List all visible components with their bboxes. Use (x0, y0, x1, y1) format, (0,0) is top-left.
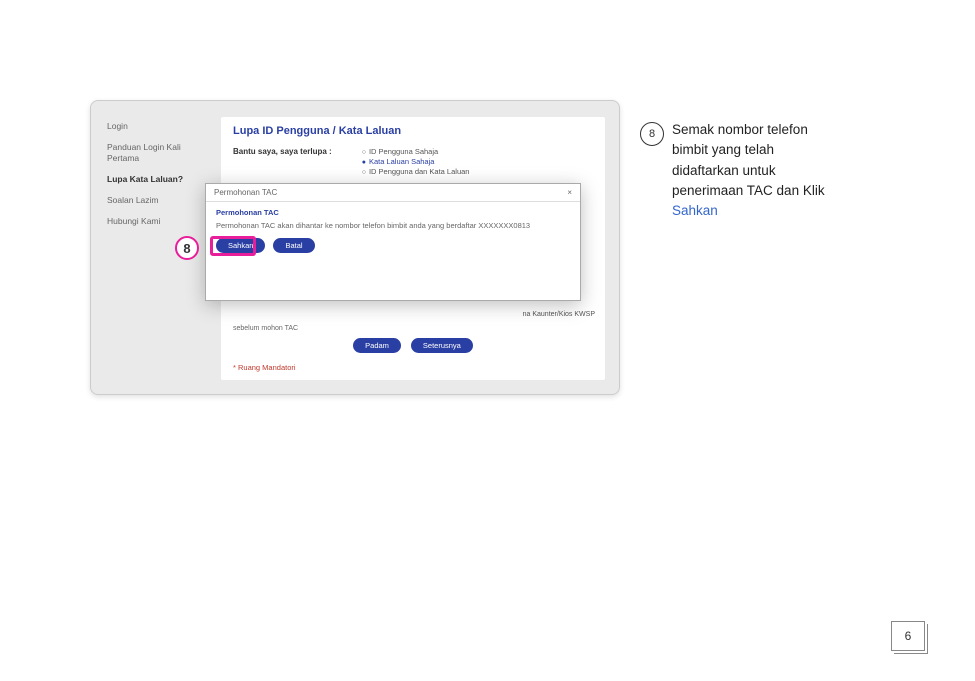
erase-button[interactable]: Padam (353, 338, 401, 353)
step-marker-outer: 8 (640, 122, 664, 146)
mandatory-note: * Ruang Mandatori (233, 363, 593, 372)
sidebar-item-hubungi[interactable]: Hubungi Kami (107, 216, 207, 227)
sidebar-item-lupa[interactable]: Lupa Kata Laluan? (107, 174, 207, 185)
under-modal: sebelum mohon TAC Padam Seterusnya * Rua… (221, 325, 605, 380)
sidebar: Login Panduan Login Kali Pertama Lupa Ka… (107, 121, 207, 227)
modal-title: Permohonan TAC (214, 188, 277, 197)
screenshot-frame: Login Panduan Login Kali Pertama Lupa Ka… (90, 100, 620, 395)
page-number: 6 (891, 621, 925, 651)
radio-both[interactable]: ID Pengguna dan Kata Laluan (362, 167, 470, 176)
step-marker-inner: 8 (175, 236, 199, 260)
next-button[interactable]: Seterusnya (411, 338, 473, 353)
radio-group: ID Pengguna Sahaja Kata Laluan Sahaja ID… (362, 147, 470, 176)
sidebar-item-panduan[interactable]: Panduan Login Kali Pertama (107, 142, 207, 164)
batal-button[interactable]: Batal (273, 238, 314, 253)
close-icon[interactable]: × (567, 188, 572, 197)
instruction-block: 8 Semak nombor telefon bimbit yang telah… (640, 120, 910, 395)
tac-modal: Permohonan TAC × Permohonan TAC Permohon… (205, 183, 581, 301)
modal-subtitle: Permohonan TAC (216, 208, 570, 217)
modal-text: Permohonan TAC akan dihantar ke nombor t… (216, 221, 570, 230)
sidebar-item-login[interactable]: Login (107, 121, 207, 132)
note-right: na Kaunter/Kios KWSP (523, 311, 595, 318)
sidebar-item-soalan[interactable]: Soalan Lazim (107, 195, 207, 206)
sahkan-button[interactable]: Sahkan (216, 238, 265, 253)
under-sub1: sebelum mohon TAC (233, 325, 593, 332)
radio-kata-laluan[interactable]: Kata Laluan Sahaja (362, 157, 470, 166)
help-label: Bantu saya, saya terlupa : (233, 147, 332, 176)
page-title: Lupa ID Pengguna / Kata Laluan (233, 125, 593, 137)
instruction-text: Semak nombor telefon bimbit yang telah d… (672, 120, 872, 221)
radio-id-only[interactable]: ID Pengguna Sahaja (362, 147, 470, 156)
sahkan-link: Sahkan (672, 203, 718, 218)
